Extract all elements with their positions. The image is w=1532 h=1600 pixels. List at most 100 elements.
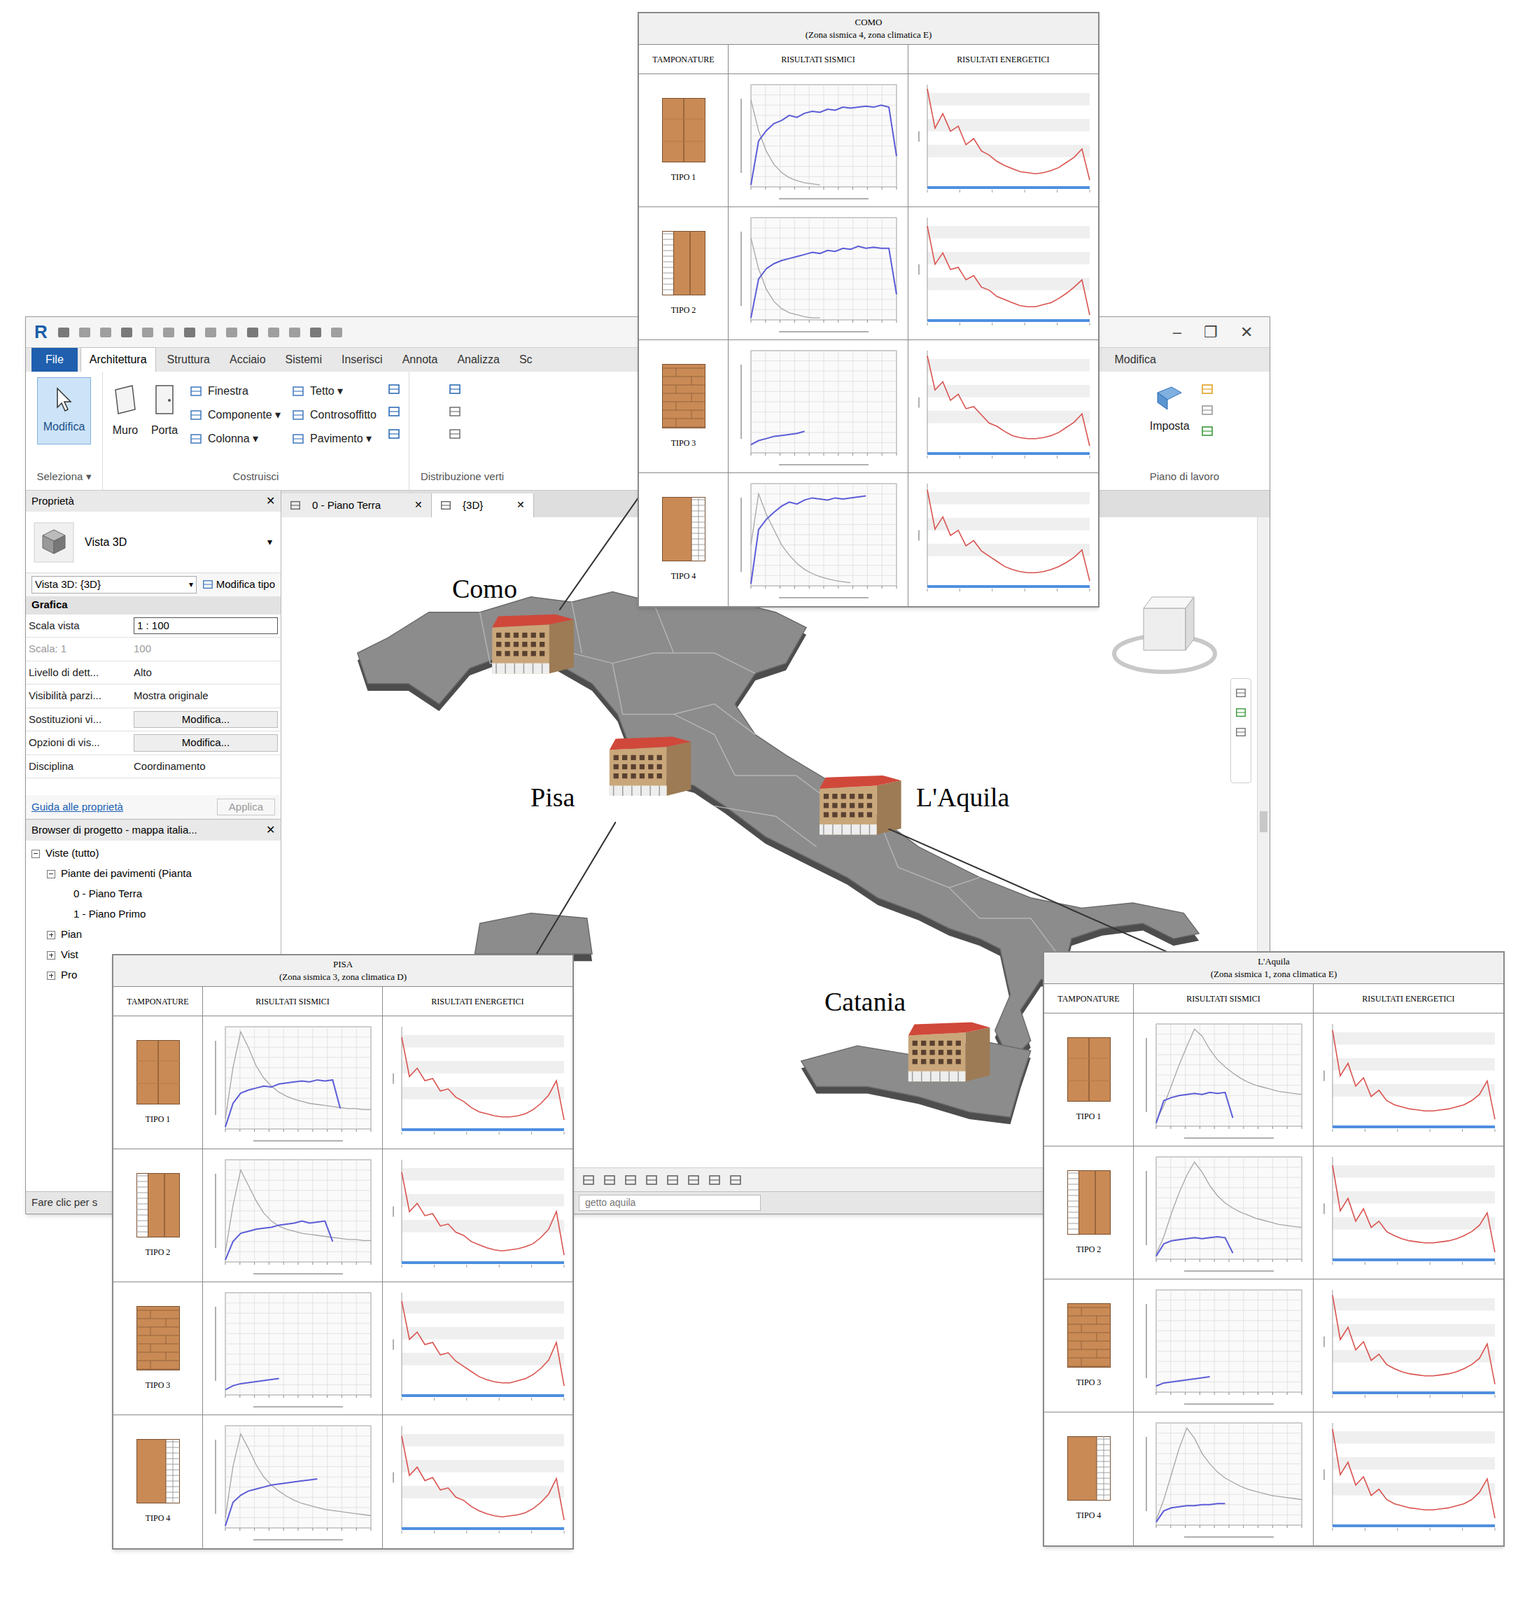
tree-item[interactable]: Pian	[25, 924, 281, 945]
property-button[interactable]: Modifica...	[133, 734, 278, 752]
property-value: Coordinamento	[133, 758, 206, 775]
wall-section-icon	[136, 1172, 180, 1238]
section-header[interactable]: Grafica	[25, 596, 281, 615]
ribbon-tab[interactable]: Analizza	[448, 347, 508, 372]
view-control-icon	[645, 1173, 658, 1187]
small-tool[interactable]: Pavimento ▾	[291, 430, 377, 448]
small-tool[interactable]: Controsoffitto	[291, 406, 377, 424]
demand-curve	[225, 1169, 371, 1252]
energy-chart	[1317, 1151, 1501, 1275]
large-tool[interactable]: Porta	[150, 377, 179, 439]
group-label: Costruisci	[233, 468, 280, 486]
small-tool[interactable]: Finestra	[189, 382, 281, 400]
property-value: Alto	[133, 664, 152, 681]
property-input[interactable]: 1 : 100	[133, 617, 278, 635]
group-label[interactable]: Seleziona ▾	[36, 468, 91, 486]
ribbon-tab[interactable]: Architettura	[80, 347, 157, 372]
quick-access-icon[interactable]	[55, 324, 72, 341]
pushover-chart	[1139, 1151, 1308, 1275]
window-control[interactable]: –	[1172, 320, 1182, 344]
view-dropdown[interactable]: Vista 3D: {3D}▾	[31, 575, 197, 594]
close-tab-button[interactable]: ✕	[494, 497, 525, 513]
collapse-icon[interactable]	[46, 869, 56, 879]
capacity-curve	[1156, 1091, 1234, 1123]
apply-button[interactable]: Applica	[216, 798, 276, 817]
window-control[interactable]: ✕	[1240, 320, 1253, 344]
energy-curve	[401, 1171, 565, 1255]
ref-plane-icon	[1200, 403, 1214, 417]
expand-icon[interactable]	[46, 951, 56, 960]
table-row: TIPO 3	[1044, 1279, 1504, 1413]
window-control[interactable]: ❐	[1203, 320, 1218, 344]
viewcube-icon[interactable]	[1108, 587, 1221, 679]
ribbon-tab[interactable]: Modifica	[1105, 347, 1165, 372]
table-row: TIPO 3	[113, 1282, 573, 1416]
ribbon-tab[interactable]: Acciaio	[221, 347, 275, 372]
quick-access-icon[interactable]	[76, 324, 93, 341]
navigation-bar[interactable]	[1230, 678, 1252, 784]
ribbon-tab[interactable]: Sc	[510, 347, 541, 372]
view-control-icon	[582, 1173, 595, 1187]
close-button[interactable]: ✕	[265, 821, 276, 839]
edit-type-button[interactable]: Modifica tipo	[202, 576, 276, 593]
baseline	[927, 585, 1090, 588]
tree-item[interactable]: 0 - Piano Terra	[25, 883, 281, 905]
sicily	[801, 1040, 1031, 1117]
3d-view-icon	[440, 499, 452, 511]
status-field[interactable]: getto aquila	[578, 1194, 761, 1211]
tree-item[interactable]: Viste (tutto)	[25, 843, 281, 864]
quick-access-icon[interactable]	[265, 324, 282, 341]
circulation-group: Distribuzione verti	[409, 371, 516, 490]
quick-access-icon[interactable]	[307, 324, 324, 341]
pushover-chart	[1139, 1018, 1308, 1142]
quick-access-icon[interactable]	[223, 324, 240, 341]
type-selector[interactable]: Vista 3D▾	[25, 511, 281, 574]
wall-type-label: TIPO 3	[1076, 1375, 1102, 1389]
small-tool[interactable]: Tetto ▾	[291, 382, 377, 400]
collapse-icon[interactable]	[31, 849, 40, 859]
baseline	[401, 1128, 565, 1131]
group-label: Distribuzione verti	[420, 468, 504, 486]
column-header: RISULTATI SISMICI	[202, 986, 383, 1016]
wall-section-icon	[136, 1305, 180, 1371]
property-button[interactable]: Modifica...	[133, 711, 278, 729]
close-button[interactable]: ✕	[265, 492, 276, 510]
expand-icon[interactable]	[46, 930, 56, 940]
building-icon	[819, 775, 902, 835]
ribbon-tab[interactable]: Struttura	[158, 347, 219, 372]
ribbon-tab[interactable]: Sistemi	[277, 347, 331, 372]
file-tab[interactable]: File	[31, 347, 78, 372]
set-workplane-button[interactable]: Imposta	[1149, 382, 1190, 435]
capacity-curve	[750, 496, 866, 585]
quick-access-icon[interactable]	[139, 324, 156, 341]
large-tool[interactable]: Muro	[111, 377, 140, 439]
ribbon-tab[interactable]: Inserisci	[333, 347, 392, 372]
help-link[interactable]: Guida alle proprietà	[31, 799, 124, 816]
close-tab-button[interactable]: ✕	[391, 497, 423, 513]
column-header: RISULTATI SISMICI	[727, 44, 908, 74]
quick-access-icon[interactable]	[160, 324, 177, 341]
baseline	[401, 1261, 565, 1264]
small-tool[interactable]: Colonna ▾	[189, 430, 281, 448]
capacity-curve	[1156, 1235, 1234, 1256]
quick-access-icon[interactable]	[118, 324, 135, 341]
quick-access-icon[interactable]	[328, 324, 345, 341]
table-row: TIPO 3	[638, 340, 1099, 474]
view-tab[interactable]: 0 - Piano Terra✕	[281, 493, 432, 518]
quick-access-icon[interactable]	[286, 324, 303, 341]
app-logo[interactable]: R	[31, 318, 51, 346]
pushover-chart	[208, 1287, 377, 1411]
quick-access-icon[interactable]	[97, 324, 114, 341]
modify-button[interactable]: Modifica	[37, 377, 92, 445]
ribbon-tab[interactable]: Annota	[394, 347, 447, 372]
expand-icon[interactable]	[46, 971, 56, 980]
small-tool[interactable]: Componente ▾	[189, 406, 281, 424]
tree-item[interactable]: 1 - Piano Primo	[25, 904, 281, 925]
quick-access-icon[interactable]	[181, 324, 198, 341]
quick-access-icon[interactable]	[202, 324, 219, 341]
view-tab[interactable]: {3D}✕	[431, 493, 534, 518]
railing-icon	[448, 382, 462, 396]
quick-access-icon[interactable]	[244, 324, 261, 341]
tree-item[interactable]: Piante dei pavimenti (Pianta	[25, 863, 281, 884]
wall-section-icon	[136, 1438, 180, 1504]
